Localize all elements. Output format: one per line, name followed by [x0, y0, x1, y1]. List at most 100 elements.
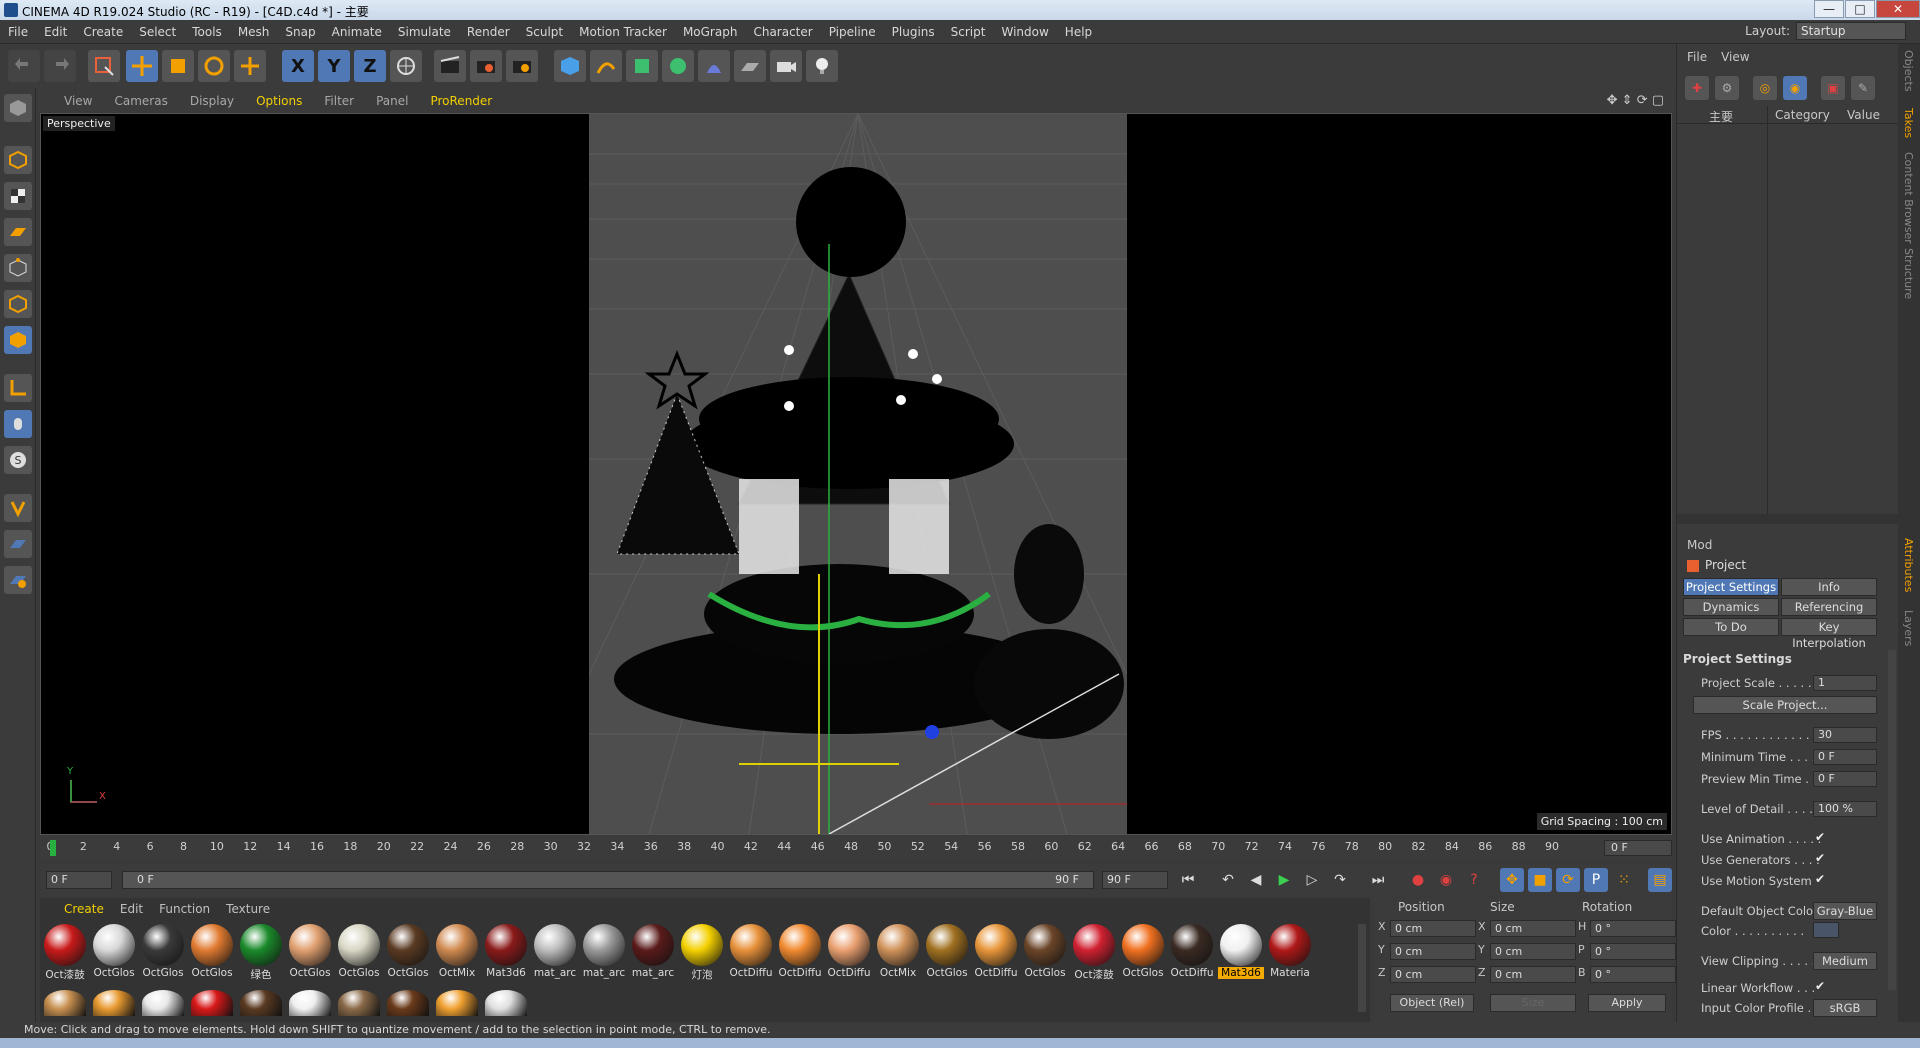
- minimum-time-field[interactable]: 0 F: [1813, 749, 1877, 765]
- menu-edit[interactable]: Edit: [36, 20, 75, 44]
- previous-frame-icon[interactable]: ◀: [1244, 868, 1268, 892]
- preview-min-time-field[interactable]: 0 F: [1813, 771, 1877, 787]
- column-value[interactable]: Value: [1847, 108, 1880, 122]
- menu-simulate[interactable]: Simulate: [390, 20, 459, 44]
- objects-menu-file[interactable]: File: [1687, 50, 1707, 64]
- make-editable-icon[interactable]: [4, 94, 32, 122]
- subdivision-surface-icon[interactable]: [626, 50, 658, 82]
- edges-mode-icon[interactable]: [4, 290, 32, 318]
- keyframe-selection-icon[interactable]: ?: [1462, 868, 1486, 892]
- coordinate-system-icon[interactable]: [390, 50, 422, 82]
- z-axis-lock-button[interactable]: Z: [354, 50, 386, 82]
- material-item[interactable]: OctMix: [434, 924, 480, 979]
- viewport-menu-options[interactable]: Options: [245, 90, 313, 112]
- material-item[interactable]: Oct漆鼓: [1071, 924, 1117, 982]
- start-frame-field[interactable]: 0 F: [46, 871, 112, 889]
- material-item[interactable]: [483, 990, 529, 1016]
- playhead[interactable]: [50, 840, 56, 856]
- scale-project-button[interactable]: Scale Project...: [1693, 696, 1877, 714]
- time-range-slider[interactable]: 0 F 90 F: [122, 871, 1094, 889]
- texture-mode-icon[interactable]: [4, 182, 32, 210]
- menu-motion-tracker[interactable]: Motion Tracker: [571, 20, 675, 44]
- project-scale-field[interactable]: 1: [1813, 675, 1877, 691]
- render-picture-viewer-icon[interactable]: [470, 50, 502, 82]
- rotation-field[interactable]: 0 °: [1590, 920, 1676, 937]
- side-tab-objects[interactable]: Objects: [1902, 50, 1915, 92]
- color-swatch[interactable]: [1813, 922, 1839, 938]
- apply-button[interactable]: Apply: [1588, 994, 1666, 1012]
- tweak-mode-icon[interactable]: [4, 410, 32, 438]
- redo-icon[interactable]: [44, 50, 76, 82]
- material-item[interactable]: 灯泡: [679, 924, 725, 982]
- side-tab-attributes[interactable]: Attributes: [1902, 538, 1915, 592]
- deformer-icon[interactable]: [698, 50, 730, 82]
- scale-tool-icon[interactable]: [162, 50, 194, 82]
- points-mode-icon[interactable]: [4, 254, 32, 282]
- material-item[interactable]: OctDiffu: [973, 924, 1019, 979]
- key-scale-icon[interactable]: ■: [1528, 868, 1552, 892]
- key-position-icon[interactable]: ✥: [1500, 868, 1524, 892]
- menu-pipeline[interactable]: Pipeline: [821, 20, 884, 44]
- object-scrollbar[interactable]: [1677, 514, 1899, 524]
- timeline-ruler[interactable]: 0246810121416182022242628303234363840424…: [40, 836, 1672, 860]
- floor-icon[interactable]: [734, 50, 766, 82]
- minimize-button[interactable]: —: [1814, 0, 1844, 18]
- material-item[interactable]: mat_arc: [581, 924, 627, 979]
- size-mode-select[interactable]: Size: [1490, 994, 1576, 1012]
- material-item[interactable]: [238, 990, 284, 1016]
- menu-snap[interactable]: Snap: [277, 20, 323, 44]
- undo-icon[interactable]: [8, 50, 40, 82]
- material-item[interactable]: Oct漆鼓: [42, 924, 88, 982]
- maximize-button[interactable]: □: [1845, 0, 1875, 18]
- x-axis-lock-button[interactable]: X: [282, 50, 314, 82]
- material-item[interactable]: [91, 990, 137, 1016]
- lock-workplane-icon[interactable]: [4, 530, 32, 558]
- close-button[interactable]: ✕: [1876, 0, 1920, 18]
- render-settings-icon[interactable]: [506, 50, 538, 82]
- use-motion-system-checkbox[interactable]: ✔: [1815, 872, 1825, 886]
- material-item[interactable]: Mat3d6: [1218, 924, 1264, 979]
- material-item[interactable]: [287, 990, 333, 1016]
- planar-workplane-icon[interactable]: [4, 566, 32, 594]
- menu-character[interactable]: Character: [745, 20, 820, 44]
- position-field[interactable]: 0 cm: [1390, 920, 1476, 937]
- rotation-field[interactable]: 0 °: [1590, 943, 1676, 960]
- material-menu-create[interactable]: Create: [40, 898, 112, 920]
- next-key-icon[interactable]: ↷: [1328, 868, 1352, 892]
- search-settings-icon[interactable]: ✎: [1851, 76, 1875, 100]
- key-parameter-icon[interactable]: P: [1584, 868, 1608, 892]
- y-axis-lock-button[interactable]: Y: [318, 50, 350, 82]
- filter-icon[interactable]: ◎: [1753, 76, 1777, 100]
- material-item[interactable]: OctGlos: [385, 924, 431, 979]
- menu-plugins[interactable]: Plugins: [884, 20, 943, 44]
- material-menu-edit[interactable]: Edit: [112, 898, 151, 920]
- material-item[interactable]: Materia: [1267, 924, 1313, 979]
- menu-animate[interactable]: Animate: [324, 20, 390, 44]
- side-tab-layers[interactable]: Layers: [1902, 610, 1915, 646]
- attributes-menu-mode[interactable]: Mod: [1687, 538, 1712, 552]
- use-generators-checkbox[interactable]: ✔: [1815, 851, 1825, 865]
- record-keys-icon[interactable]: ●: [1406, 868, 1430, 892]
- tab-dynamics[interactable]: Dynamics: [1683, 598, 1779, 616]
- render-view-icon[interactable]: [434, 50, 466, 82]
- menu-help[interactable]: Help: [1057, 20, 1100, 44]
- position-field[interactable]: 0 cm: [1390, 966, 1476, 983]
- material-item[interactable]: OctGlos: [924, 924, 970, 979]
- current-frame-field[interactable]: 0 F: [1604, 840, 1672, 856]
- timeline-window-icon[interactable]: ▤: [1648, 868, 1672, 892]
- fps-field[interactable]: 30: [1813, 727, 1877, 743]
- layer-icon[interactable]: ◉: [1783, 76, 1807, 100]
- level-of-detail-field[interactable]: 100 %: [1813, 801, 1877, 817]
- material-menu-texture[interactable]: Texture: [218, 898, 278, 920]
- material-item[interactable]: [140, 990, 186, 1016]
- viewport-menu-view[interactable]: View: [38, 90, 103, 112]
- column-name[interactable]: 主要: [1709, 108, 1733, 125]
- objects-menu-view[interactable]: View: [1721, 50, 1749, 64]
- menu-mograph[interactable]: MoGraph: [675, 20, 746, 44]
- cube-object-icon[interactable]: [554, 50, 586, 82]
- position-field[interactable]: 0 cm: [1390, 943, 1476, 960]
- menu-select[interactable]: Select: [131, 20, 184, 44]
- viewport-menu-cameras[interactable]: Cameras: [103, 90, 178, 112]
- key-pla-icon[interactable]: ⁙: [1612, 868, 1636, 892]
- menu-script[interactable]: Script: [943, 20, 994, 44]
